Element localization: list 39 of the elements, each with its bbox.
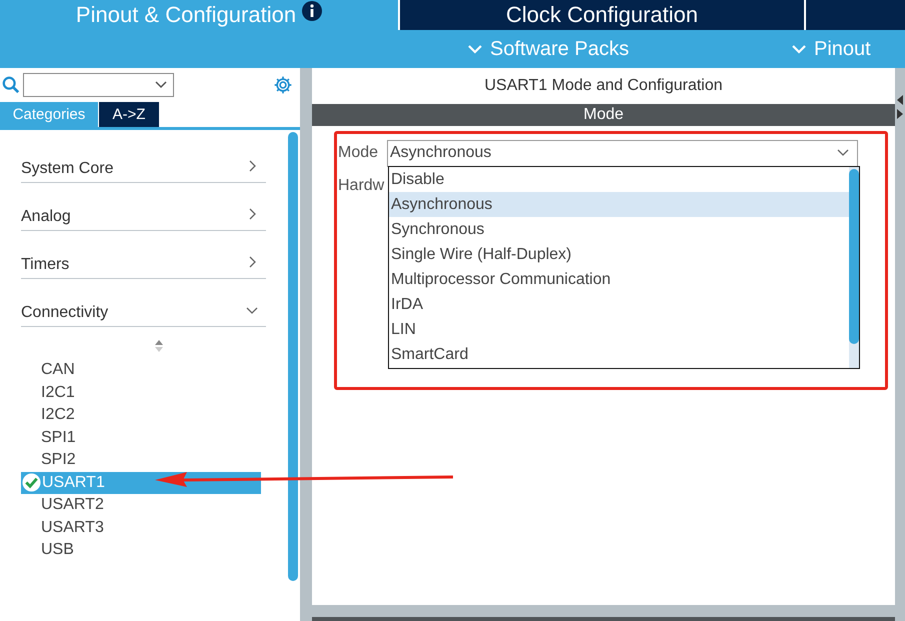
peripheral-item[interactable]: USART2 (21, 494, 261, 516)
category-item[interactable]: System Core (21, 140, 266, 183)
dropdown-option[interactable]: Single Wire (Half-Duplex) (389, 242, 849, 267)
section-header: Mode (312, 104, 895, 126)
dropdown-option[interactable]: SmartCard (389, 342, 849, 367)
top-tab[interactable]: Clock Configuration (398, 0, 804, 30)
panel-title: USART1 Mode and Configuration (483, 76, 724, 96)
info-icon (302, 1, 322, 21)
sort-icon[interactable] (154, 339, 164, 353)
peripheral-item[interactable]: I2C1 (21, 382, 261, 404)
chevron-down-icon (792, 44, 806, 54)
dropdown-option[interactable]: Asynchronous (389, 192, 849, 217)
peripheral-item[interactable]: USART3 (21, 516, 261, 539)
chevron-down-icon (837, 149, 849, 157)
scrollbar[interactable] (895, 68, 905, 621)
dropdown-option[interactable]: Multiprocessor Communication (389, 267, 849, 292)
dropdown-option[interactable]: Disable (389, 167, 849, 192)
chevron-down-icon (155, 81, 167, 89)
mode-label: Mode (338, 144, 380, 162)
peripheral-item[interactable]: SPI1 (21, 426, 261, 449)
scrollbar-thumb[interactable] (849, 169, 859, 344)
peripheral-item[interactable]: SPI2 (21, 449, 261, 472)
check-icon (22, 473, 41, 492)
scrollbar-thumb[interactable] (288, 132, 298, 581)
settings-icon[interactable] (273, 75, 293, 95)
dropdown-option[interactable]: LIN (389, 317, 849, 342)
view-tab[interactable]: A->Z (99, 102, 159, 127)
field-label: Hardw (338, 177, 386, 195)
category-item[interactable]: Analog (21, 188, 266, 231)
category-item[interactable]: Connectivity (21, 284, 266, 327)
dropdown-option[interactable]: IrDA (389, 292, 849, 317)
peripheral-item[interactable]: USB (21, 539, 261, 562)
search-icon[interactable] (2, 76, 20, 94)
dropdown-option[interactable]: Synchronous (389, 217, 849, 242)
peripheral-item[interactable]: CAN (21, 359, 261, 382)
chevron-down-icon (468, 44, 482, 54)
search-combo-field[interactable] (23, 73, 174, 97)
category-item[interactable]: Timers (21, 236, 266, 279)
peripheral-item[interactable]: I2C2 (21, 404, 261, 426)
